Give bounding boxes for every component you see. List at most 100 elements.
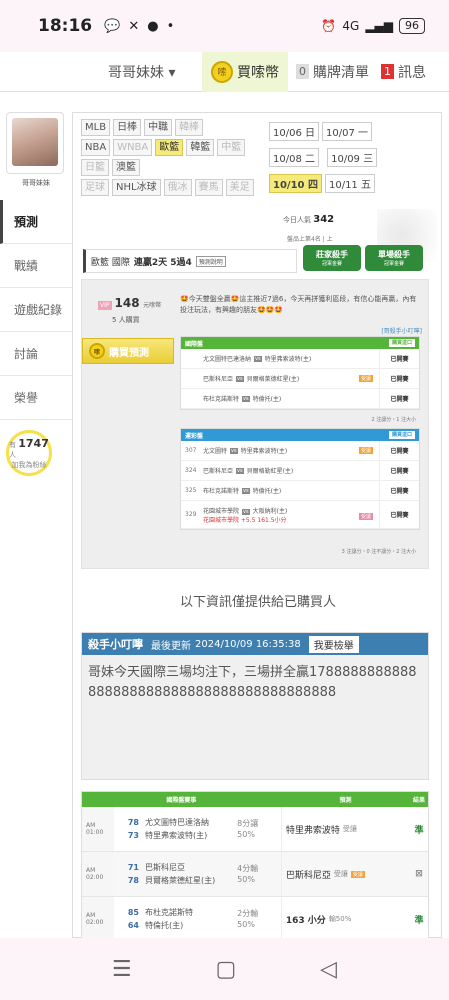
schedule-table: 國際盤賽事 預測 結果 AM 01:00 78 尤文圖特巴達洛納 73 特里弗索波特…	[81, 791, 429, 943]
game-time: AM 02:00	[82, 852, 114, 896]
report-button[interactable]: 我要檢舉	[308, 635, 359, 653]
back-icon[interactable]: ◁	[320, 957, 337, 982]
fans-bulb[interactable]: 有 1747 人 加我為粉絲	[6, 430, 52, 476]
sport-jp-basketball: 日籃	[81, 159, 109, 176]
top-nav: 哥哥妹妹 ▾ 嗦 買嗦幣 0 購牌清單 1 訊息	[0, 51, 449, 92]
dot-icon: •	[166, 18, 175, 34]
home-icon[interactable]: ▢	[216, 957, 237, 982]
popularity-rank: 盤品上第4名 | 上	[287, 236, 333, 243]
game-status: 已開賽	[379, 369, 419, 388]
date-1010[interactable]: 10/10 四	[269, 174, 322, 193]
sport-nhl[interactable]: NHL冰球	[112, 179, 161, 196]
line-value: 8分讓	[237, 819, 259, 828]
line-percent: 50%	[237, 920, 255, 929]
sport-mlb[interactable]: MLB	[81, 119, 111, 136]
badge-bookie-killer-sub: 冠軍金賽	[321, 261, 342, 267]
sport-euro-basketball[interactable]: 歐籃	[155, 139, 184, 156]
home-team: 布杜克諾斯特	[203, 488, 240, 495]
sport-jp-baseball[interactable]: 日棒	[113, 119, 142, 136]
team-name: 特里弗索波特(主)	[144, 831, 208, 840]
game-status: 已開賽	[379, 441, 419, 460]
badge-bookie-killer-title: 莊家殺手	[316, 250, 348, 259]
honor-badges: 莊家殺手 冠軍金賽 單場殺手 冠軍金賽	[303, 245, 435, 275]
pick-team: 特里弗索波特	[285, 825, 340, 836]
game-number: 307	[185, 447, 197, 454]
away-team: 特里弗索波特(主)	[264, 356, 312, 363]
sport-nba[interactable]: NBA	[81, 139, 111, 156]
price-value: 148	[114, 296, 140, 310]
sidebar-item-game-history[interactable]: 遊戲紀錄	[0, 288, 72, 332]
team-name: 布杜克諾斯特	[144, 908, 193, 917]
cart-label: 購牌清單	[313, 64, 369, 81]
schedule-col-pick: 預測	[339, 797, 352, 804]
sidebar-item-record[interactable]: 戰績	[0, 244, 72, 288]
sport-cpbl[interactable]: 中職	[144, 119, 173, 136]
side-menu: 預測 戰績 遊戲紀錄 討論 榮譽	[0, 200, 72, 420]
sidebar-item-predict[interactable]: 預測	[0, 200, 72, 244]
tw-buy-button[interactable]: 購買這口	[388, 431, 415, 439]
table-row: 324 巴斯科尼亞 vs 貝爾格勒紅星(主) 已開賽	[181, 461, 419, 481]
sport-kr-basketball[interactable]: 韓籃	[186, 139, 215, 156]
tw-table-foot: 3 注讓分・0 注不讓分・2 注大小	[341, 549, 416, 555]
vs-icon: vs	[242, 508, 250, 515]
date-1006[interactable]: 10/06 日	[269, 122, 319, 141]
buy-prediction-button[interactable]: 嗦 購買預測	[82, 338, 174, 364]
home-team: 尤文圖特	[203, 448, 228, 455]
team-number: 64	[127, 921, 139, 930]
badge-single-killer-title: 單場殺手	[378, 250, 410, 259]
sidebar-item-discussion[interactable]: 討論	[0, 332, 72, 376]
away-team: 貝爾格萊德紅星(主)	[246, 376, 300, 383]
date-1007[interactable]: 10/07 一	[322, 122, 372, 141]
sport-au-basketball[interactable]: 澳籃	[112, 159, 140, 176]
app-notification-icon: ●	[147, 18, 159, 34]
game-status: 已開賽	[379, 389, 419, 408]
pick-detail: 花園城市學院 +5.5 161.5小分	[203, 516, 287, 524]
avatar	[12, 118, 58, 166]
cart-button[interactable]: 0 購牌清單	[296, 62, 369, 82]
team-number: 78	[127, 876, 139, 885]
game-teams: 85 布杜克諾斯特 64 特倫托(主)	[114, 906, 237, 932]
vip-badge: VIP	[98, 301, 112, 310]
sport-soccer: 足球	[81, 179, 109, 196]
chat-icon: 💬	[104, 18, 121, 34]
message-button[interactable]: 1 訊息	[381, 62, 426, 82]
alarm-icon: ⏰	[321, 19, 337, 33]
team-name: 尤文圖特巴達洛納	[144, 818, 209, 827]
status-time: 18:16	[38, 16, 93, 36]
prediction-help-tag[interactable]: 預測說明	[195, 255, 226, 267]
game-result: 準	[414, 825, 424, 836]
game-line: 8分讓 50%	[237, 818, 281, 840]
sport-ru-hockey: 俄冰	[163, 179, 192, 196]
sidebar-item-honor[interactable]: 榮譽	[0, 376, 72, 420]
game-number: 329	[185, 511, 197, 518]
sport-wnba: WNBA	[113, 139, 153, 156]
popularity-value: 342	[313, 214, 335, 225]
user-menu[interactable]: 哥哥妹妹 ▾	[108, 62, 202, 82]
avatar-box[interactable]	[6, 112, 64, 174]
team-number: 73	[127, 831, 139, 840]
schedule-row: AM 02:00 85 布杜克諾斯特 64 特倫托(主) 2分輸 50% 163 小分…	[82, 897, 428, 942]
date-1011[interactable]: 10/11 五	[324, 174, 375, 193]
buy-prediction-label: 購買預測	[109, 347, 149, 359]
schedule-row: AM 02:00 71 巴斯科尼亞 78 貝爾格萊德紅星(主) 4分輸 50% 巴斯科…	[82, 852, 428, 897]
handicap-tag: 受讓	[358, 447, 373, 454]
home-team: 巴斯科尼亞	[203, 376, 234, 383]
line-percent: 50%	[237, 830, 255, 839]
intl-buy-button[interactable]: 購買這口	[388, 339, 415, 347]
killer-tips-link[interactable]: [哥殺手小叮嚀]	[381, 326, 422, 335]
menu-icon[interactable]: ☰	[112, 957, 132, 982]
buy-coin-button[interactable]: 嗦 買嗦幣	[202, 51, 288, 92]
fans-prefix: 有	[9, 440, 16, 449]
buyer-only-notice: 以下資訊僅提供給已購買人	[179, 595, 336, 610]
price-unit: 元嗦幣	[143, 302, 162, 309]
sport-nfl: 美足	[225, 179, 254, 196]
date-1008[interactable]: 10/08 二	[269, 148, 319, 167]
pick-team: 巴斯科尼亞	[285, 870, 331, 881]
pick-sub: 受讓	[333, 870, 348, 878]
main-panel: MLB 日棒 中職 韓棒 NBA WNBA 歐籃 韓籃 中籃 日籃 澳籃 足球 …	[72, 112, 442, 943]
line-value: 2分輸	[237, 909, 259, 918]
team-number: 71	[127, 863, 139, 872]
table-row: 布杜克諾斯特 vs 特倫托(主) 已開賽	[181, 389, 419, 409]
vs-icon: vs	[236, 375, 244, 382]
date-1009[interactable]: 10/09 三	[327, 148, 378, 167]
